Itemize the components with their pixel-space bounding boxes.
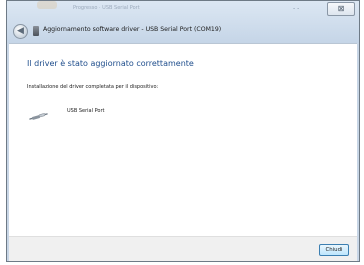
window-close-button[interactable]: ⊠ — [327, 2, 355, 16]
close-button[interactable]: Chiudi — [319, 244, 349, 256]
wizard-title: Aggiornamento software driver - USB Seri… — [43, 26, 222, 33]
window-frame: Progresso · USB Serial Port - - ⊠ ◀ Aggi… — [7, 1, 359, 43]
driver-update-app-icon — [33, 26, 39, 36]
back-arrow-icon[interactable]: ◀ — [13, 24, 28, 39]
background-window-icon — [37, 1, 57, 9]
device-name: USB Serial Port — [67, 108, 105, 114]
driver-update-window: Progresso · USB Serial Port - - ⊠ ◀ Aggi… — [6, 0, 360, 262]
completion-description: Installazione del driver completata per … — [27, 84, 159, 90]
background-window-mark: - - — [293, 5, 300, 12]
usb-cable-icon — [29, 113, 48, 120]
wizard-content: Il driver è stato aggiornato correttamen… — [9, 43, 357, 236]
background-window-title: Progresso · USB Serial Port — [73, 5, 140, 11]
wizard-footer: Chiudi — [9, 236, 357, 261]
success-heading: Il driver è stato aggiornato correttamen… — [27, 59, 194, 68]
wizard-header: ◀ Aggiornamento software driver - USB Se… — [7, 21, 359, 43]
